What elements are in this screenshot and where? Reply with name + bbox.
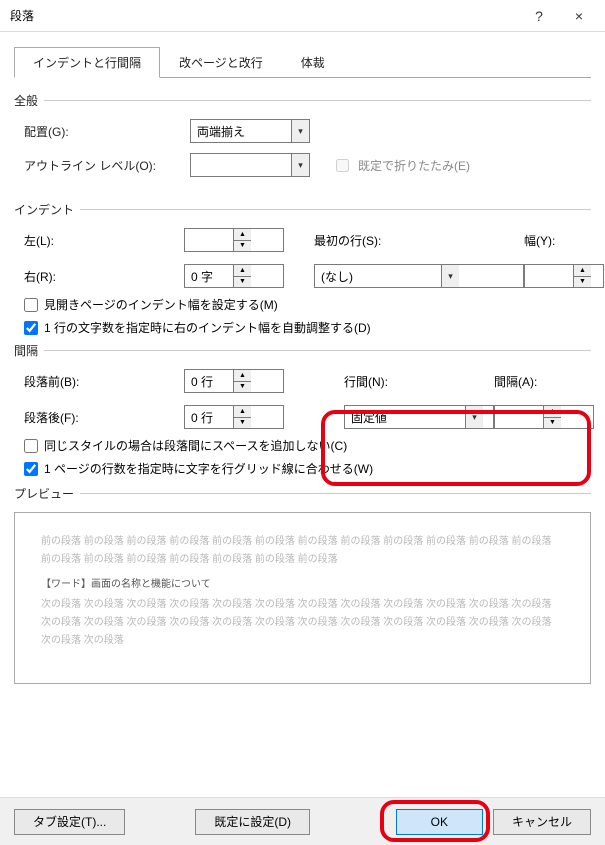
snap-grid-checkbox[interactable] [24, 462, 38, 476]
tab-indent-spacing[interactable]: インデントと行間隔 [14, 47, 160, 78]
indent-by-spinner[interactable]: ▲▼ [524, 264, 604, 288]
window-title: 段落 [10, 7, 519, 24]
spacing-after-input[interactable] [185, 406, 233, 428]
group-general-label: 全般 [14, 92, 591, 109]
outline-input[interactable] [191, 154, 291, 176]
mirror-indent-label: 見開きページのインデント幅を設定する(M) [44, 296, 278, 313]
snap-grid-label: 1 ページの行数を指定時に文字を行グリッド線に合わせる(W) [44, 460, 373, 477]
preview-content: 【ワード】画面の名称と機能について [41, 575, 564, 590]
same-style-label: 同じスタイルの場合は段落間にスペースを追加しない(C) [44, 437, 347, 454]
spacing-at-input[interactable] [495, 406, 543, 428]
indent-left-label: 左(L): [24, 232, 184, 249]
indent-right-input[interactable] [185, 265, 233, 287]
titlebar: 段落 ? × [0, 0, 605, 32]
group-preview-label: プレビュー [14, 485, 591, 502]
indent-right-spinner[interactable]: ▲▼ [184, 264, 284, 288]
preview-before: 前の段落 前の段落 前の段落 前の段落 前の段落 前の段落 前の段落 前の段落 … [41, 533, 564, 569]
cancel-button[interactable]: キャンセル [493, 809, 591, 835]
footer: タブ設定(T)... 既定に設定(D) OK キャンセル [0, 797, 605, 845]
spin-down-icon[interactable]: ▼ [234, 241, 251, 252]
tab-typography[interactable]: 体裁 [282, 47, 344, 78]
indent-left-input[interactable] [185, 229, 233, 251]
spacing-after-spinner[interactable]: ▲▼ [184, 405, 284, 429]
spin-up-icon[interactable]: ▲ [234, 229, 251, 241]
indent-left-spinner[interactable]: ▲▼ [184, 228, 284, 252]
spacing-before-spinner[interactable]: ▲▼ [184, 369, 284, 393]
collapse-label: 既定で折りたたみ(E) [358, 157, 470, 174]
tab-page-break[interactable]: 改ページと改行 [160, 47, 282, 78]
outline-label: アウトライン レベル(O): [24, 157, 184, 174]
indent-by-label: 幅(Y): [524, 232, 604, 249]
indent-right-label: 右(R): [24, 268, 184, 285]
auto-adjust-label: 1 行の文字数を指定時に右のインデント幅を自動調整する(D) [44, 319, 371, 336]
spin-up-icon[interactable]: ▲ [544, 406, 561, 418]
spin-up-icon[interactable]: ▲ [234, 265, 251, 277]
linespacing-combo[interactable]: ▾ [344, 405, 494, 429]
indent-special-input[interactable] [315, 265, 441, 287]
outline-combo[interactable]: ▾ [190, 153, 310, 177]
spin-down-icon[interactable]: ▼ [544, 418, 561, 429]
alignment-input[interactable] [191, 120, 291, 142]
set-default-button[interactable]: 既定に設定(D) [195, 809, 310, 835]
spacing-at-label: 間隔(A): [494, 373, 594, 390]
close-button[interactable]: × [559, 2, 599, 30]
auto-adjust-checkbox[interactable] [24, 321, 38, 335]
spacing-after-label: 段落後(F): [24, 409, 184, 426]
tabs-button[interactable]: タブ設定(T)... [14, 809, 125, 835]
group-indent-label: インデント [14, 201, 591, 218]
indent-special-label: 最初の行(S): [314, 232, 444, 249]
chevron-down-icon[interactable]: ▾ [441, 265, 459, 287]
spin-down-icon[interactable]: ▼ [234, 418, 251, 429]
spin-up-icon[interactable]: ▲ [574, 265, 591, 277]
chevron-down-icon[interactable]: ▾ [465, 406, 483, 428]
indent-special-combo[interactable]: ▾ [314, 264, 524, 288]
chevron-down-icon[interactable]: ▾ [291, 154, 309, 176]
spin-down-icon[interactable]: ▼ [574, 277, 591, 288]
help-button[interactable]: ? [519, 2, 559, 30]
spacing-before-input[interactable] [185, 370, 233, 392]
alignment-label: 配置(G): [24, 123, 184, 140]
group-spacing-label: 間隔 [14, 342, 591, 359]
collapse-checkbox [336, 159, 349, 172]
spin-down-icon[interactable]: ▼ [234, 277, 251, 288]
chevron-down-icon[interactable]: ▾ [291, 120, 309, 142]
preview-box: 前の段落 前の段落 前の段落 前の段落 前の段落 前の段落 前の段落 前の段落 … [14, 512, 591, 684]
linespacing-label: 行間(N): [344, 373, 494, 390]
tab-strip: インデントと行間隔 改ページと改行 体裁 [14, 46, 591, 78]
spacing-at-spinner[interactable]: ▲▼ [494, 405, 594, 429]
alignment-combo[interactable]: ▾ [190, 119, 310, 143]
spacing-before-label: 段落前(B): [24, 373, 184, 390]
ok-button[interactable]: OK [396, 809, 483, 835]
preview-after: 次の段落 次の段落 次の段落 次の段落 次の段落 次の段落 次の段落 次の段落 … [41, 596, 564, 650]
mirror-indent-checkbox[interactable] [24, 298, 38, 312]
indent-by-input[interactable] [525, 265, 573, 287]
spin-down-icon[interactable]: ▼ [234, 382, 251, 393]
spin-up-icon[interactable]: ▲ [234, 406, 251, 418]
same-style-checkbox[interactable] [24, 439, 38, 453]
spin-up-icon[interactable]: ▲ [234, 370, 251, 382]
linespacing-input[interactable] [345, 406, 465, 428]
